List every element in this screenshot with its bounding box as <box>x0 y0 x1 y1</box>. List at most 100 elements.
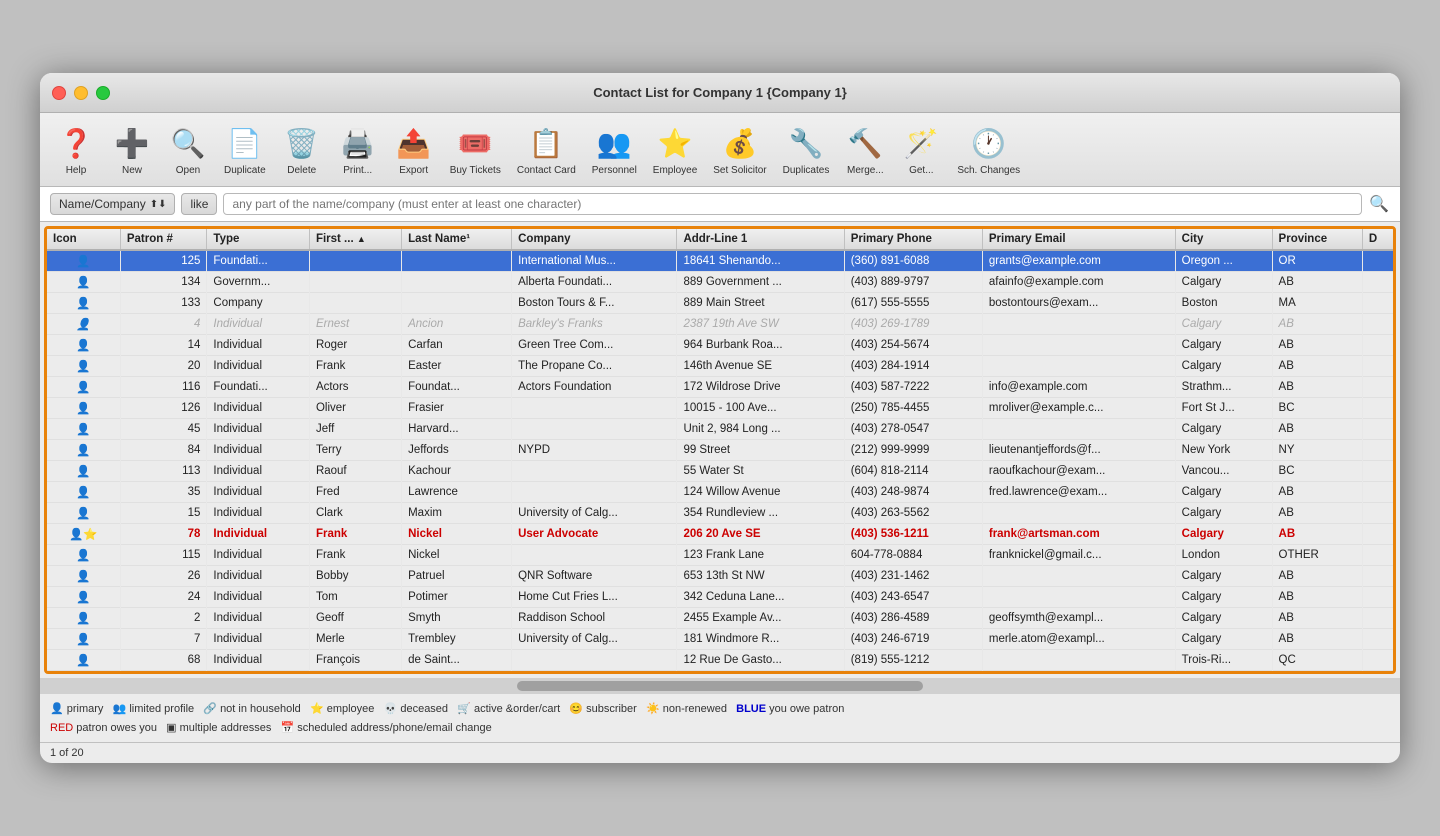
table-row[interactable]: 👤133CompanyBoston Tours & F...889 Main S… <box>47 293 1393 314</box>
table-row[interactable]: 👤84IndividualTerryJeffordsNYPD99 Street(… <box>47 440 1393 461</box>
scrollbar-area <box>40 678 1400 694</box>
table-cell <box>982 419 1175 440</box>
table-cell: AB <box>1272 566 1362 587</box>
table-cell: Easter <box>402 356 512 377</box>
table-cell: 604-778-0884 <box>844 545 982 566</box>
table-cell: Actors <box>309 377 401 398</box>
toolbar-btn-new[interactable]: ➕ New <box>106 119 158 180</box>
table-cell: New York <box>1175 440 1272 461</box>
table-row[interactable]: 👤134Governm...Alberta Foundati...889 Gov… <box>47 272 1393 293</box>
table-cell: (403) 536-1211 <box>844 524 982 545</box>
table-cell <box>1362 566 1393 587</box>
traffic-lights <box>52 86 110 100</box>
table-row[interactable]: 👤26IndividualBobbyPatruelQNR Software653… <box>47 566 1393 587</box>
table-row[interactable]: 👤113IndividualRaoufKachour55 Water St(60… <box>47 461 1393 482</box>
table-header-row: Icon Patron # Type First ... ▲ Last Name… <box>47 229 1393 250</box>
table-cell <box>309 272 401 293</box>
toolbar-btn-help[interactable]: ❓ Help <box>50 119 102 180</box>
toolbar-btn-get[interactable]: 🪄 Get... <box>895 119 947 180</box>
record-count: 1 of 20 <box>50 747 84 759</box>
toolbar-btn-sch-changes[interactable]: 🕐 Sch. Changes <box>951 119 1026 180</box>
maximize-button[interactable] <box>96 86 110 100</box>
table-cell: Green Tree Com... <box>512 335 677 356</box>
sch-changes-label: Sch. Changes <box>957 165 1020 176</box>
toolbar-btn-buy-tickets[interactable]: 🎟️ Buy Tickets <box>444 119 507 180</box>
table-cell: 14 <box>120 335 207 356</box>
col-first[interactable]: First ... ▲ <box>309 229 401 250</box>
toolbar-btn-print[interactable]: 🖨️ Print... <box>332 119 384 180</box>
export-icon: 📤 <box>394 123 434 163</box>
table-row[interactable]: 👤68IndividualFrançoisde Saint...12 Rue D… <box>47 650 1393 671</box>
table-cell: Individual <box>207 608 310 629</box>
col-city[interactable]: City <box>1175 229 1272 250</box>
search-operator[interactable]: like <box>181 193 217 215</box>
toolbar-btn-duplicate[interactable]: 📄 Duplicate <box>218 119 272 180</box>
col-last[interactable]: Last Name¹ <box>402 229 512 250</box>
toolbar-btn-contact-card[interactable]: 📋 Contact Card <box>511 119 582 180</box>
table-cell: 653 13th St NW <box>677 566 844 587</box>
table-cell: 35 <box>120 482 207 503</box>
table-row[interactable]: 👤20IndividualFrankEasterThe Propane Co..… <box>47 356 1393 377</box>
table-row[interactable]: 👤24IndividualTomPotimerHome Cut Fries L.… <box>47 587 1393 608</box>
search-input[interactable] <box>223 193 1362 215</box>
table-row[interactable]: 👤116Foundati...ActorsFoundat...Actors Fo… <box>47 377 1393 398</box>
minimize-button[interactable] <box>74 86 88 100</box>
table-row[interactable]: 👤4IndividualErnestAncionBarkley's Franks… <box>47 314 1393 335</box>
col-type[interactable]: Type <box>207 229 310 250</box>
close-button[interactable] <box>52 86 66 100</box>
col-phone[interactable]: Primary Phone <box>844 229 982 250</box>
table-row[interactable]: 👤⭐78IndividualFrankNickelUser Advocate20… <box>47 524 1393 545</box>
col-province[interactable]: Province <box>1272 229 1362 250</box>
table-cell: Boston <box>1175 293 1272 314</box>
col-patron[interactable]: Patron # <box>120 229 207 250</box>
table-row[interactable]: 👤15IndividualClarkMaximUniversity of Cal… <box>47 503 1393 524</box>
table-cell: Calgary <box>1175 356 1272 377</box>
table-cell: Calgary <box>1175 419 1272 440</box>
table-cell: bostontours@exam... <box>982 293 1175 314</box>
col-icon[interactable]: Icon <box>47 229 120 250</box>
table-cell: International Mus... <box>512 250 677 272</box>
col-addr1[interactable]: Addr-Line 1 <box>677 229 844 250</box>
table-cell: 125 <box>120 250 207 272</box>
col-email[interactable]: Primary Email <box>982 229 1175 250</box>
toolbar-btn-export[interactable]: 📤 Export <box>388 119 440 180</box>
legend-line1: 👤 primary 👥 limited profile 🔗 not in hou… <box>50 700 1390 719</box>
table-cell: (403) 284-1914 <box>844 356 982 377</box>
table-row[interactable]: 👤35IndividualFredLawrence124 Willow Aven… <box>47 482 1393 503</box>
table-row[interactable]: 👤115IndividualFrankNickel123 Frank Lane6… <box>47 545 1393 566</box>
toolbar-btn-open[interactable]: 🔍 Open <box>162 119 214 180</box>
toolbar-btn-employee[interactable]: ⭐ Employee <box>647 119 703 180</box>
toolbar-btn-personnel[interactable]: 👥 Personnel <box>586 119 643 180</box>
table-cell: 7 <box>120 629 207 650</box>
col-d[interactable]: D <box>1362 229 1393 250</box>
legend-line2: RED patron owes you ▣ multiple addresses… <box>50 719 1390 738</box>
table-row[interactable]: 👤126IndividualOliverFrasier10015 - 100 A… <box>47 398 1393 419</box>
table-cell: info@example.com <box>982 377 1175 398</box>
table-row[interactable]: 👤125Foundati...International Mus...18641… <box>47 250 1393 272</box>
table-cell: London <box>1175 545 1272 566</box>
toolbar-btn-duplicates[interactable]: 🔧 Duplicates <box>777 119 836 180</box>
table-row[interactable]: 👤2IndividualGeoffSmythRaddison School245… <box>47 608 1393 629</box>
toolbar-btn-delete[interactable]: 🗑️ Delete <box>276 119 328 180</box>
table-row[interactable]: 👤7IndividualMerleTrembleyUniversity of C… <box>47 629 1393 650</box>
table-cell: 👤 <box>47 629 120 650</box>
table-cell: Individual <box>207 629 310 650</box>
table-cell: Company <box>207 293 310 314</box>
table-row[interactable]: 👤45IndividualJeffHarvard...Unit 2, 984 L… <box>47 419 1393 440</box>
toolbar-btn-merge[interactable]: 🔨 Merge... <box>839 119 891 180</box>
table-cell: QNR Software <box>512 566 677 587</box>
col-company[interactable]: Company <box>512 229 677 250</box>
table-cell <box>1362 587 1393 608</box>
table-cell: 20 <box>120 356 207 377</box>
table-cell: Nickel <box>402 524 512 545</box>
contact-table-wrapper: Icon Patron # Type First ... ▲ Last Name… <box>44 226 1396 674</box>
toolbar-btn-set-solicitor[interactable]: 💰 Set Solicitor <box>707 119 772 180</box>
table-cell: (819) 555-1212 <box>844 650 982 671</box>
search-field-selector[interactable]: Name/Company ⬆⬇ <box>50 193 175 215</box>
horizontal-scrollbar[interactable] <box>517 681 923 691</box>
table-cell: QC <box>1272 650 1362 671</box>
table-row[interactable]: 👤14IndividualRogerCarfanGreen Tree Com..… <box>47 335 1393 356</box>
search-go-button[interactable]: 🔍 <box>1368 193 1390 215</box>
employee-icon: ⭐ <box>655 123 695 163</box>
table-cell: Terry <box>309 440 401 461</box>
